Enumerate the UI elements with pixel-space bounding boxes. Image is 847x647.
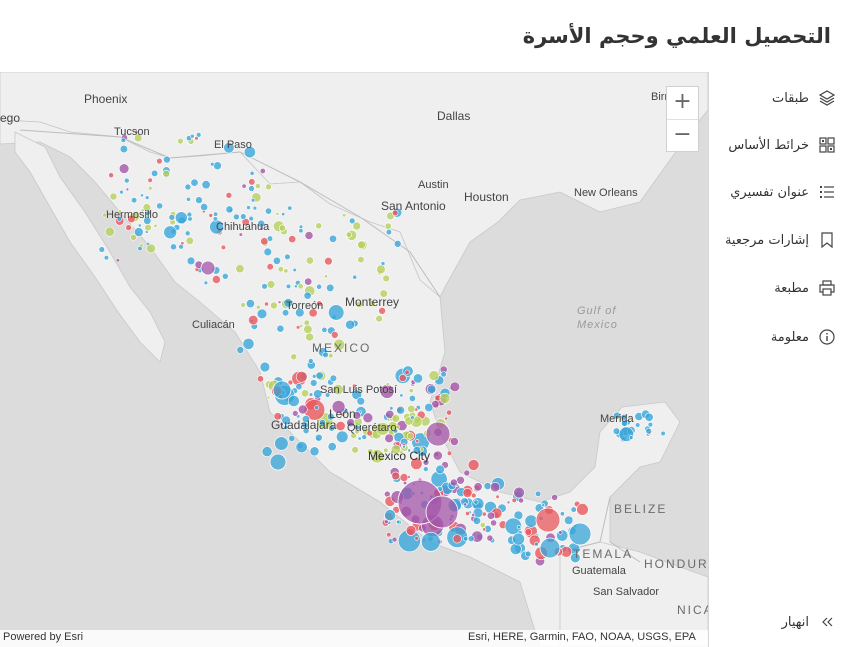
label-dallas: Dallas (437, 109, 470, 123)
panel-item-label: إشارات مرجعية (724, 232, 809, 248)
panel-item-print[interactable]: مطبعة (774, 275, 837, 301)
label-queretaro: Querétaro (347, 422, 397, 434)
panel-item-basemaps[interactable]: خرائط الأساس (728, 132, 837, 158)
panel-item-label: خرائط الأساس (728, 137, 809, 153)
basemap-gallery-icon (817, 135, 837, 155)
panel-item-label: معلومة (770, 329, 809, 345)
legend-list-icon (817, 182, 837, 202)
label-culiacan: Culiacán (192, 319, 235, 331)
bookmark-icon (817, 230, 837, 250)
label-gulf-2: Mexico (577, 319, 618, 331)
double-chevron-icon (817, 612, 837, 632)
label-mexico: MEXICO (312, 341, 371, 355)
map-attribution: Powered by Esri Esri, HERE, Garmin, FAO,… (0, 630, 708, 647)
panel-item-layers[interactable]: طبقات (772, 85, 837, 111)
zoom-control: + − (666, 86, 699, 152)
label-merida: Merida (600, 413, 635, 425)
panel-item-legend[interactable]: عنوان تفسيري (730, 179, 837, 205)
printer-icon (817, 278, 837, 298)
label-hermosillo: Hermosillo (106, 209, 158, 221)
label-guatemala: Guatemala (572, 565, 627, 577)
label-monterrey: Monterrey (345, 295, 399, 309)
map-labels-layer: Phoenix ego Tucson El Paso Dallas Birm A… (0, 91, 708, 617)
label-austin: Austin (418, 179, 449, 191)
panel-item-info[interactable]: معلومة (771, 324, 837, 350)
zoom-in-button[interactable]: + (667, 87, 698, 119)
label-sanantonio: San Antonio (381, 199, 446, 213)
label-elpaso: El Paso (214, 139, 252, 151)
label-houston: Houston (464, 190, 509, 204)
label-sanluis: San Luis Potosí (320, 384, 397, 396)
page-title: التحصيل العلمي وحجم الأسرة (522, 24, 831, 48)
label-tucson: Tucson (114, 126, 150, 138)
label-torreon: Torreón (286, 300, 323, 312)
label-chihuahua: Chihuahua (216, 221, 270, 233)
label-temala: TEMALA (573, 547, 633, 561)
info-icon (817, 327, 837, 347)
panel-item-label: طبقات (771, 90, 809, 106)
zoom-out-button[interactable]: − (667, 119, 698, 151)
panel-item-bookmarks[interactable]: إشارات مرجعية (725, 227, 837, 253)
label-nica: NICA (677, 603, 708, 617)
label-phoenix: Phoenix (84, 92, 127, 106)
label-gulf-1: Gulf of (577, 305, 616, 317)
attribution-text: Esri, HERE, Garmin, FAO, NOAA, USGS, EPA (468, 631, 696, 643)
label-neworleans: New Orleans (574, 187, 638, 199)
label-sansalvador: San Salvador (593, 586, 659, 598)
label-ego: ego (0, 111, 20, 125)
panel-item-label: عنوان تفسيري (730, 184, 809, 200)
label-hondur: HONDUR (644, 557, 708, 571)
panel-collapse-button[interactable]: انهيار (782, 609, 837, 635)
map-view[interactable]: Phoenix ego Tucson El Paso Dallas Birm A… (0, 72, 708, 647)
panel-collapse-label: انهيار (781, 614, 809, 630)
app-header: التحصيل العلمي وحجم الأسرة (0, 0, 847, 72)
powered-by-esri[interactable]: Powered by Esri (3, 631, 83, 643)
label-mexicocity: Mexico City (368, 449, 430, 463)
label-belize: BELIZE (614, 502, 667, 516)
layers-icon (817, 88, 837, 108)
label-guadalajara: Guadalajara (271, 418, 337, 432)
side-panel: طبقات خرائط الأساس عنوان تفسيري إشارات م… (708, 72, 847, 647)
panel-item-label: مطبعة (774, 280, 809, 296)
